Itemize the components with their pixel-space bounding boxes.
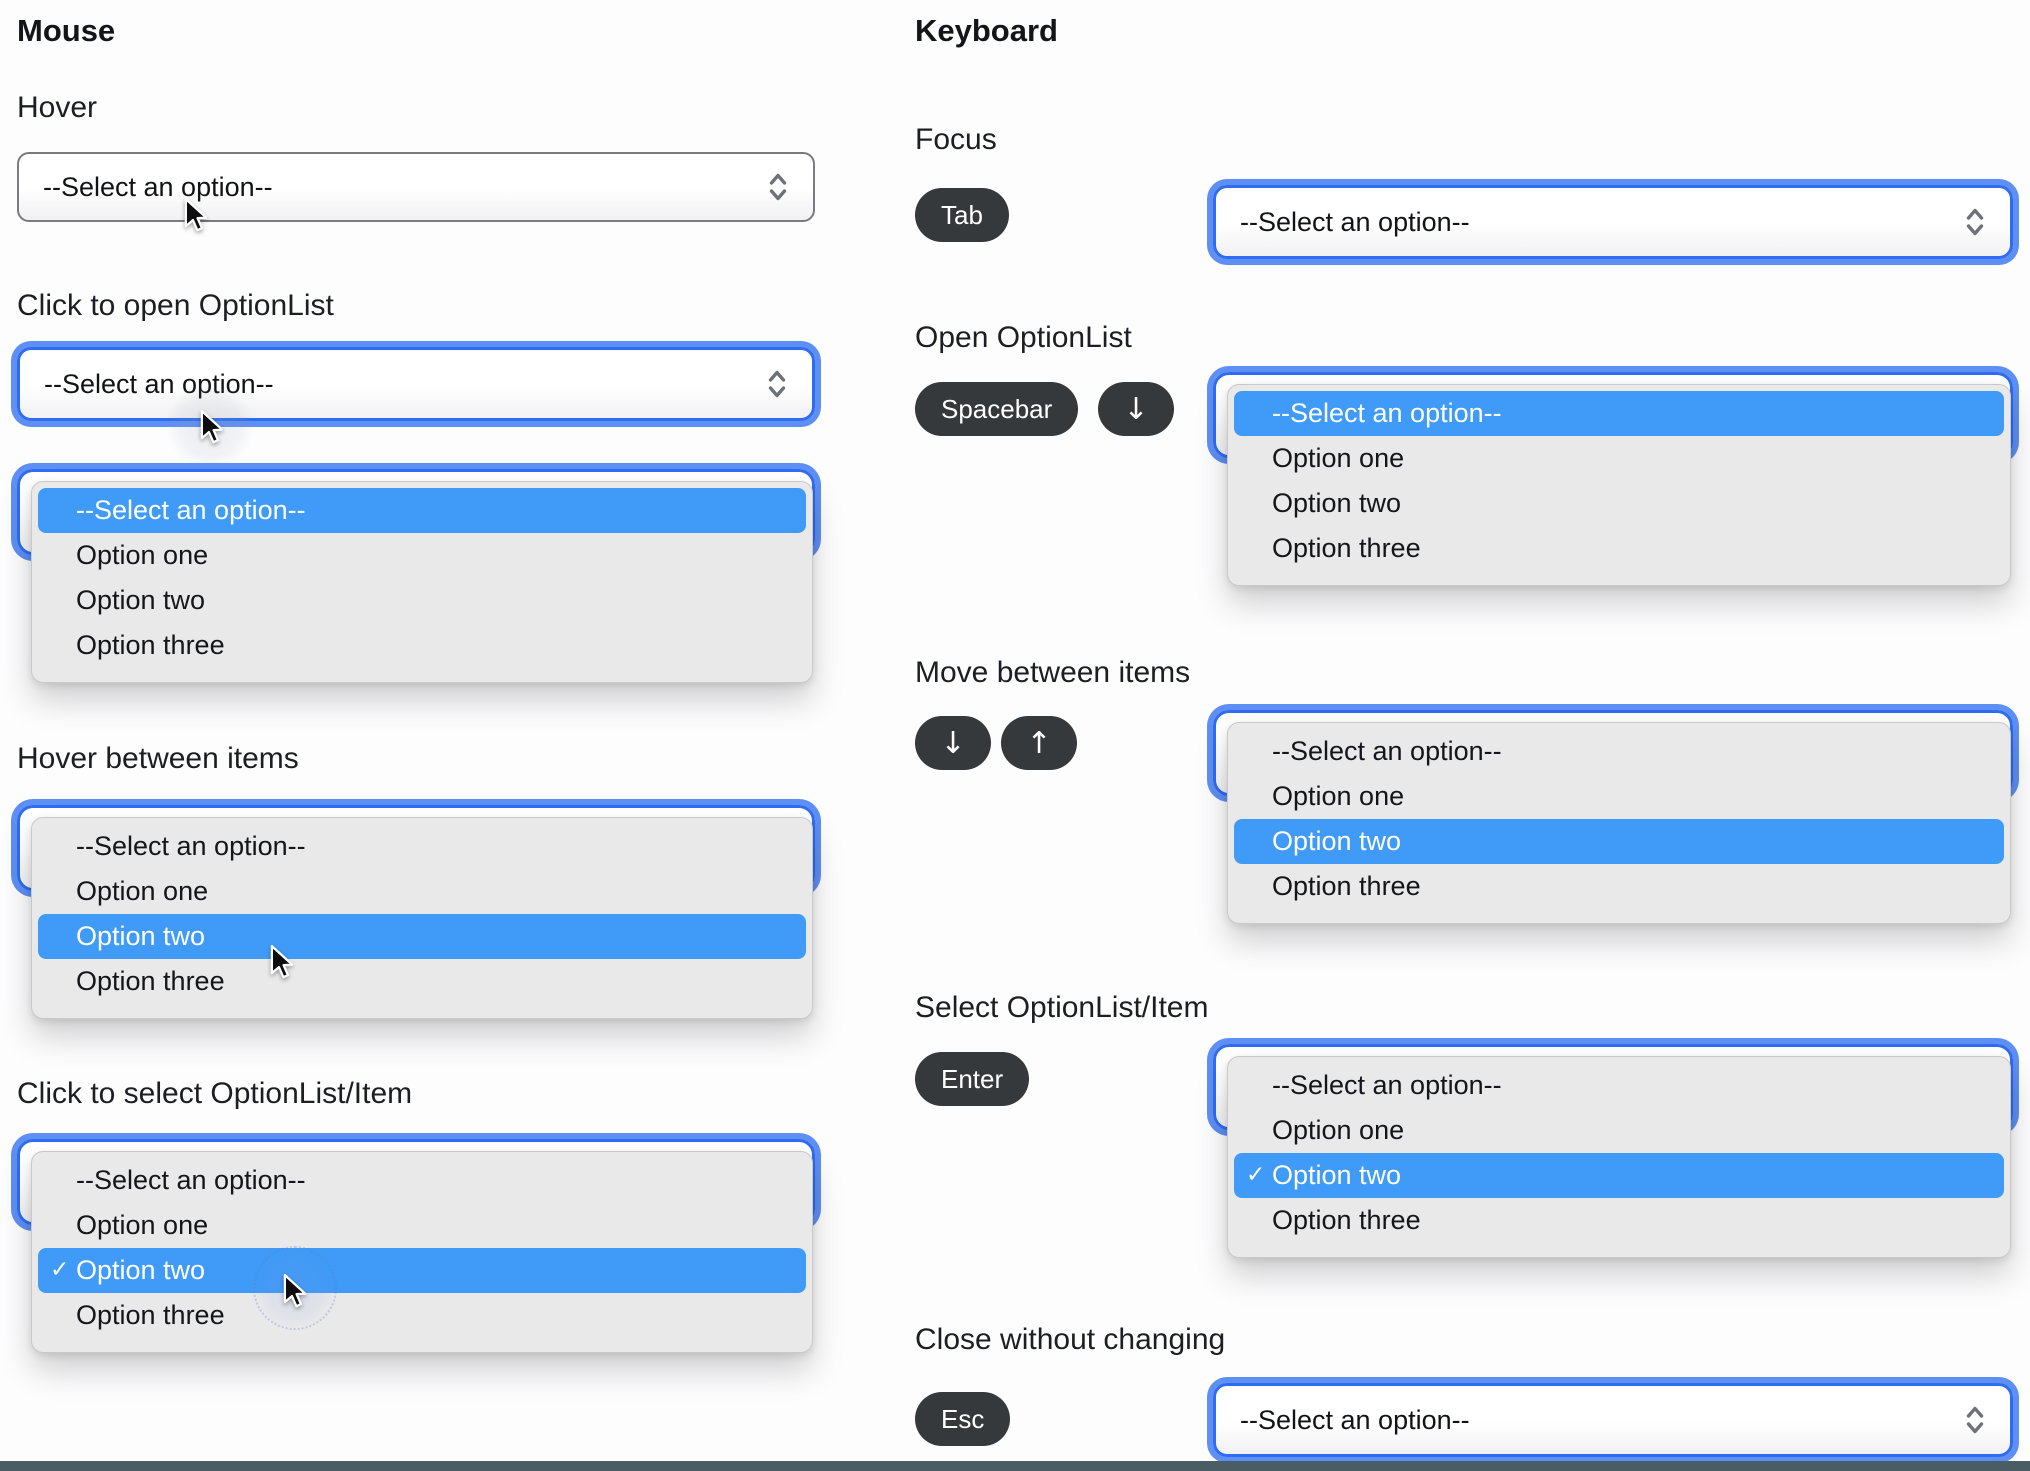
mouse-cursor-icon [283, 1274, 307, 1308]
option-label: --Select an option-- [76, 495, 306, 525]
select-value: --Select an option-- [43, 171, 273, 202]
option-row-one[interactable]: Option one [1228, 436, 2010, 481]
option-row-one[interactable]: Option one [1228, 774, 2010, 819]
option-row-two[interactable]: Option two [32, 578, 812, 623]
option-label: Option three [76, 1300, 225, 1330]
option-row-one[interactable]: Option one [1228, 1108, 2010, 1153]
option-row-three[interactable]: Option three [1228, 864, 2010, 909]
key-arrow-down: ↓ [915, 716, 991, 770]
option-label: --Select an option-- [76, 1165, 306, 1195]
mouse-cursor-icon [270, 945, 294, 979]
section-title-hover: Hover [17, 91, 98, 124]
select-trigger-focused[interactable]: --Select an option-- [1213, 1383, 2013, 1457]
optionlist-widget-click-select: --Select an option-- Option one ✓ Option… [17, 1139, 815, 1353]
option-label: Option one [76, 876, 209, 906]
option-list: --Select an option-- Option one ✓ Option… [31, 1151, 813, 1353]
option-row-two[interactable]: Option two [1228, 481, 2010, 526]
option-label: Option three [76, 630, 225, 660]
section-title-hover-items: Hover between items [17, 742, 299, 775]
option-label: Option one [76, 540, 209, 570]
key-esc: Esc [915, 1392, 1011, 1446]
key-arrow-up: ↑ [1001, 716, 1077, 770]
option-label: Option one [1272, 781, 1405, 811]
select-trigger-focused[interactable]: --Select an option-- [1213, 185, 2013, 259]
mouse-cursor-icon [184, 198, 208, 232]
section-title-focus: Focus [915, 123, 997, 156]
optionlist-widget-kb-select: --Select an option-- Option one ✓ Option… [1213, 1044, 2013, 1258]
section-title-click-select: Click to select OptionList/Item [17, 1077, 413, 1110]
page: Mouse Hover --Select an option-- Click t… [0, 0, 2030, 1471]
select-value: --Select an option-- [1240, 1404, 1470, 1435]
option-row-placeholder[interactable]: --Select an option-- [38, 488, 806, 533]
option-row-one[interactable]: Option one [32, 1203, 812, 1248]
select-chevron-icon [1966, 208, 1984, 236]
option-row-placeholder[interactable]: --Select an option-- [32, 824, 812, 869]
check-icon: ✓ [50, 1256, 70, 1283]
option-row-three[interactable]: Option three [32, 1293, 812, 1338]
section-title-close: Close without changing [915, 1323, 1226, 1356]
optionlist-widget-open: --Select an option-- Option one Option t… [17, 469, 815, 683]
option-label: --Select an option-- [1272, 398, 1502, 428]
option-row-three[interactable]: Option three [1228, 1198, 2010, 1243]
mouse-cursor-icon [200, 410, 224, 444]
section-title-move-items: Move between items [915, 656, 1191, 689]
select-chevron-icon [768, 370, 786, 398]
option-row-two-selected[interactable]: ✓ Option two [1234, 1153, 2004, 1198]
option-row-two-hovered[interactable]: Option two [38, 914, 806, 959]
option-label: Option two [76, 921, 206, 951]
optionlist-widget-hover-items: --Select an option-- Option one Option t… [17, 805, 815, 1019]
key-enter: Enter [915, 1052, 1030, 1106]
option-row-placeholder[interactable]: --Select an option-- [1234, 391, 2004, 436]
option-row-three[interactable]: Option three [1228, 526, 2010, 571]
mouse-column-title: Mouse [17, 13, 116, 48]
option-label: Option three [1272, 1205, 1421, 1235]
option-list: --Select an option-- Option one Option t… [1227, 384, 2011, 586]
select-trigger-focused[interactable]: --Select an option-- [17, 347, 815, 421]
option-label: Option one [1272, 1115, 1405, 1145]
option-label: Option three [1272, 871, 1421, 901]
select-chevron-icon [769, 173, 787, 201]
option-list: --Select an option-- Option one Option t… [31, 817, 813, 1019]
option-label: Option two [1272, 826, 1402, 856]
option-row-three[interactable]: Option three [32, 959, 812, 1004]
key-tab: Tab [915, 188, 1009, 242]
option-row-three[interactable]: Option three [32, 623, 812, 668]
option-row-two-active[interactable]: Option two [1234, 819, 2004, 864]
select-chevron-icon [1966, 1406, 1984, 1434]
option-label: Option two [76, 585, 206, 615]
option-label: --Select an option-- [1272, 736, 1502, 766]
keyboard-column-title: Keyboard [915, 13, 1058, 48]
select-value: --Select an option-- [1240, 206, 1470, 237]
option-row-one[interactable]: Option one [32, 533, 812, 578]
option-label: Option three [76, 966, 225, 996]
key-spacebar: Spacebar [915, 382, 1079, 436]
optionlist-widget-kb-open: --Select an option-- Option one Option t… [1213, 372, 2013, 586]
option-label: --Select an option-- [1272, 1070, 1502, 1100]
option-label: Option two [1272, 1160, 1402, 1190]
section-title-select-item: Select OptionList/Item [915, 991, 1209, 1024]
select-trigger-hover[interactable]: --Select an option-- [17, 152, 815, 222]
option-list: --Select an option-- Option one ✓ Option… [1227, 1056, 2011, 1258]
option-row-one[interactable]: Option one [32, 869, 812, 914]
check-icon: ✓ [1246, 1161, 1266, 1188]
section-title-open-optionlist: Open OptionList [915, 321, 1132, 354]
optionlist-widget-kb-move: --Select an option-- Option one Option t… [1213, 710, 2013, 924]
option-row-placeholder[interactable]: --Select an option-- [1228, 729, 2010, 774]
option-row-placeholder[interactable]: --Select an option-- [32, 1158, 812, 1203]
option-label: Option two [1272, 488, 1402, 518]
option-label: Option one [1272, 443, 1405, 473]
key-arrow-down: ↓ [1098, 382, 1174, 436]
option-list: --Select an option-- Option one Option t… [31, 481, 813, 683]
option-label: --Select an option-- [76, 831, 306, 861]
option-label: Option one [76, 1210, 209, 1240]
section-title-click-open: Click to open OptionList [17, 289, 334, 322]
option-row-placeholder[interactable]: --Select an option-- [1228, 1063, 2010, 1108]
option-row-two-selected[interactable]: ✓ Option two [38, 1248, 806, 1293]
option-label: Option two [76, 1255, 206, 1285]
option-list: --Select an option-- Option one Option t… [1227, 722, 2011, 924]
bottom-divider [0, 1461, 2030, 1471]
option-label: Option three [1272, 533, 1421, 563]
